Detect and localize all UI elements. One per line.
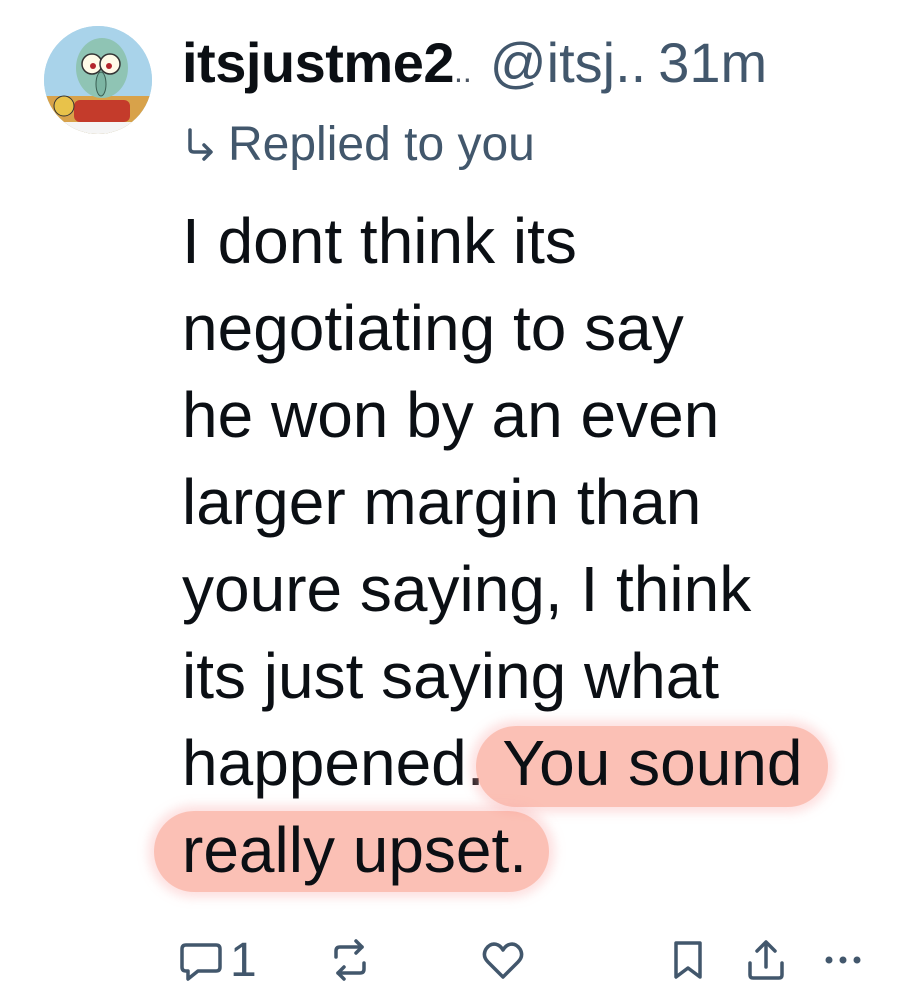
body-line-plain: happened. xyxy=(182,727,503,799)
body-line: its just saying what xyxy=(182,640,720,712)
body-line: negotiating to say xyxy=(182,292,684,364)
more-dots-icon xyxy=(825,956,861,964)
share-icon xyxy=(748,940,784,980)
reply-indicator: Replied to you xyxy=(182,114,535,174)
highlight-text-1: You sound xyxy=(502,727,803,799)
heart-icon xyxy=(482,942,524,979)
highlight-text-2: really upset. xyxy=(182,814,528,886)
highlighted-text: really upset. xyxy=(154,807,550,894)
comment-icon xyxy=(180,943,222,981)
body-line: happened. You sound xyxy=(182,720,902,807)
author-handle[interactable]: @itsj.. xyxy=(490,30,646,95)
reply-button[interactable]: 1 xyxy=(178,930,257,990)
share-button[interactable] xyxy=(744,930,788,990)
body-line: larger margin than xyxy=(182,466,702,538)
bookmark-icon xyxy=(674,941,702,979)
repost-button[interactable] xyxy=(328,930,372,990)
squidward-avatar-icon[interactable] xyxy=(44,26,152,134)
post-header: itsjustme2 .. @itsj.. 31m xyxy=(182,30,902,106)
bookmark-button[interactable] xyxy=(668,930,708,990)
highlighted-text: You sound xyxy=(476,720,829,807)
more-button[interactable] xyxy=(820,930,866,990)
post-timestamp[interactable]: 31m xyxy=(658,30,767,95)
reply-count: 1 xyxy=(230,933,257,987)
body-line: youre saying, I think xyxy=(182,553,752,625)
reply-label: Replied to you xyxy=(228,117,535,171)
post-card[interactable]: itsjustme2 .. @itsj.. 31m Replied to you… xyxy=(0,0,918,1000)
post-body: I dont think its negotiating to say he w… xyxy=(154,198,902,894)
reply-arrow-icon xyxy=(188,128,213,161)
like-button[interactable] xyxy=(480,930,526,990)
body-line: really upset. xyxy=(154,807,902,894)
repost-icon xyxy=(334,939,366,981)
body-line: I dont think its xyxy=(182,205,577,277)
author-display-name[interactable]: itsjustme2 xyxy=(182,30,455,95)
body-line: he won by an even xyxy=(182,379,720,451)
name-ellipsis: .. xyxy=(454,53,472,89)
post-actions: 1 xyxy=(170,930,910,990)
